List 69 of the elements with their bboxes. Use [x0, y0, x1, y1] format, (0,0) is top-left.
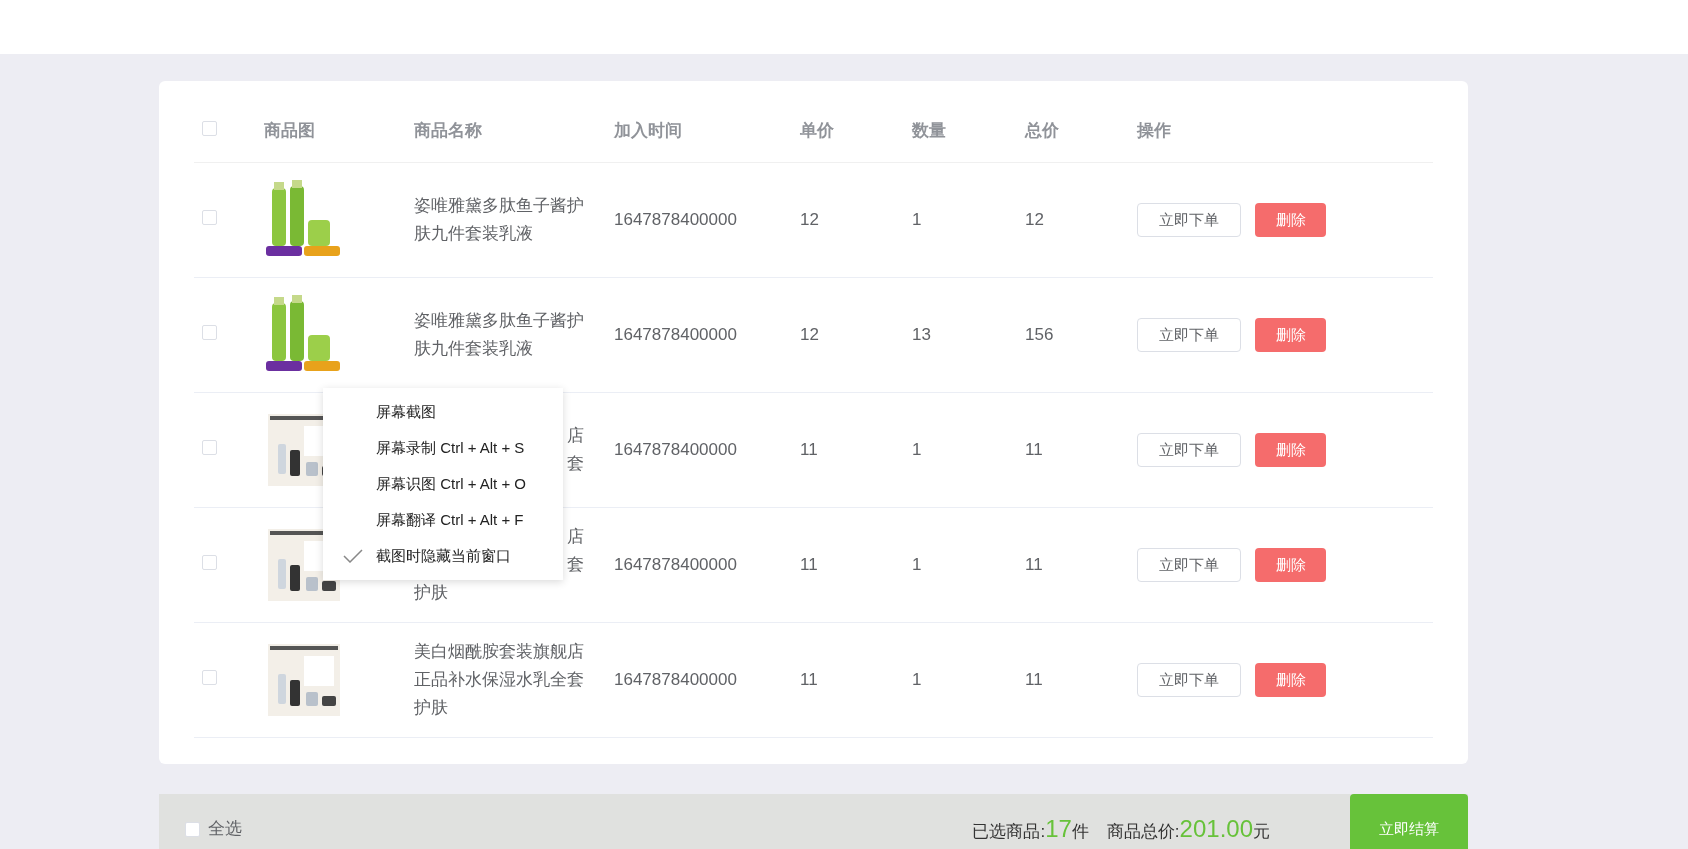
menu-item[interactable]: 屏幕翻译 Ctrl + Alt + F [323, 502, 563, 538]
product-name: 肤九件套装乳液 [414, 223, 533, 245]
table-cell-text: 156 [1025, 324, 1054, 347]
menu-item[interactable]: 屏幕识图 Ctrl + Alt + O [323, 466, 563, 502]
menu-item-label: 屏幕录制 Ctrl + Alt + S [376, 437, 525, 458]
order-button[interactable]: 立即下单 [1137, 433, 1241, 467]
table-cell-text: 13 [912, 324, 931, 347]
product-name: 护肤 [414, 697, 448, 719]
total-label: 商品总价: [1106, 822, 1180, 843]
product-name: 美白烟酰胺套装旗舰店 [414, 641, 584, 663]
table-cell-text: 11 [1025, 669, 1043, 692]
check-icon [343, 549, 363, 563]
order-button[interactable]: 立即下单 [1137, 318, 1241, 352]
menu-item[interactable]: 屏幕截图 [323, 394, 563, 430]
product-name: 店 [567, 526, 584, 548]
menu-item-label: 屏幕截图 [376, 401, 436, 422]
product-name: 护肤 [414, 582, 448, 604]
order-button[interactable]: 立即下单 [1137, 203, 1241, 237]
table-cell-text: 12 [800, 209, 819, 232]
product-name: 姿唯雅黛多肽鱼子酱护 [414, 310, 584, 332]
table-cell-text: 1647878400000 [614, 669, 737, 692]
column-header: 商品名称 [414, 119, 482, 142]
table-cell-text: 1 [912, 554, 922, 577]
product-name: 正品补水保湿水乳全套 [414, 669, 584, 691]
column-header: 总价 [1025, 119, 1059, 142]
menu-item[interactable]: 截图时隐藏当前窗口 [323, 538, 563, 574]
column-header: 商品图 [264, 119, 315, 142]
order-button[interactable]: 立即下单 [1137, 548, 1241, 582]
table-cell-text: 1647878400000 [614, 439, 737, 462]
table-cell-text: 12 [800, 324, 819, 347]
column-header: 单价 [800, 119, 834, 142]
menu-item-label: 截图时隐藏当前窗口 [376, 545, 511, 566]
table-cell-text: 11 [800, 669, 818, 692]
select-all-label: 全选 [208, 818, 242, 841]
column-header: 操作 [1137, 119, 1171, 142]
total-value: 201.00 [1179, 814, 1253, 844]
menu-item[interactable]: 屏幕录制 Ctrl + Alt + S [323, 430, 563, 466]
table-cell-text: 1647878400000 [614, 554, 737, 577]
product-name: 套 [567, 453, 584, 475]
table-cell-text: 1647878400000 [614, 324, 737, 347]
checkbox[interactable] [202, 120, 217, 136]
table-cell-text: 11 [800, 439, 818, 462]
table-cell-text: 11 [800, 554, 818, 577]
column-header: 加入时间 [614, 119, 682, 142]
product-name: 套 [567, 554, 584, 576]
checkbox[interactable] [202, 670, 217, 686]
selected-count: 17 [1045, 814, 1072, 844]
column-header: 数量 [912, 119, 946, 142]
table-cell-text: 1 [912, 669, 922, 692]
table-cell-text: 1647878400000 [614, 209, 737, 232]
total-unit: 元 [1253, 821, 1270, 843]
selected-label: 已选商品: [972, 821, 1046, 843]
checkbox[interactable] [185, 821, 200, 837]
product-name: 姿唯雅黛多肽鱼子酱护 [414, 195, 584, 217]
checkbox[interactable] [202, 325, 217, 341]
checkbox[interactable] [202, 555, 217, 571]
order-button[interactable]: 立即下单 [1137, 663, 1241, 697]
checkbox[interactable] [202, 210, 217, 226]
table-cell-text: 11 [1025, 554, 1043, 577]
checkbox[interactable] [202, 440, 217, 456]
table-cell-text: 11 [1025, 439, 1043, 462]
product-name: 肤九件套装乳液 [414, 338, 533, 360]
menu-item-label: 屏幕翻译 Ctrl + Alt + F [376, 509, 524, 530]
table-cell-text: 12 [1025, 209, 1044, 232]
table-cell-text: 1 [912, 209, 922, 232]
menu-item-label: 屏幕识图 Ctrl + Alt + O [376, 473, 527, 494]
table-cell-text: 1 [912, 439, 922, 462]
selected-unit: 件 [1071, 822, 1089, 843]
product-name: 店 [567, 425, 584, 447]
